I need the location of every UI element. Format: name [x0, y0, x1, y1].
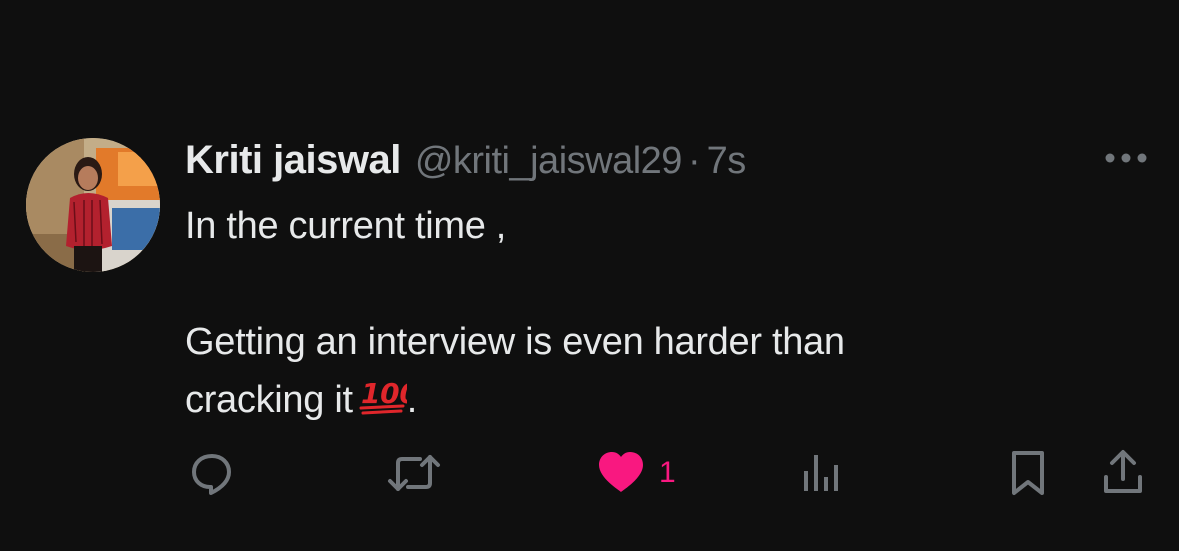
share-icon	[1104, 450, 1142, 493]
tweet-line-text: cracking it	[185, 379, 353, 421]
timestamp[interactable]: 7s	[707, 140, 747, 183]
retweet-button[interactable]	[386, 448, 442, 498]
tweet[interactable]: Kriti jaiswal @kriti_jaiswal29 · 7s In t…	[0, 0, 1179, 551]
avatar-image	[26, 138, 160, 272]
views-button[interactable]	[800, 448, 846, 498]
separator-dot: ·	[687, 140, 701, 182]
views-icon	[804, 455, 838, 491]
avatar[interactable]	[26, 138, 160, 272]
tweet-text: In the current time , Getting an intervi…	[185, 197, 1125, 429]
like-count: 1	[659, 456, 676, 489]
more-options-button[interactable]	[1103, 148, 1149, 168]
trailing-punctuation: .	[406, 379, 418, 421]
display-name[interactable]: Kriti jaiswal	[185, 138, 401, 183]
retweet-icon	[388, 455, 440, 491]
tweet-line: Getting an interview is even harder than	[185, 321, 845, 363]
hundred-points-emoji: 100	[357, 375, 419, 415]
more-horizontal-icon	[1105, 153, 1147, 163]
bookmark-button[interactable]	[1008, 448, 1048, 498]
like-button[interactable]: 1	[597, 448, 676, 498]
reply-icon	[192, 454, 231, 495]
tweet-actions: 1	[0, 448, 1179, 498]
tweet-line: In the current time ,	[185, 205, 507, 247]
heart-icon	[599, 452, 643, 492]
tweet-header: Kriti jaiswal @kriti_jaiswal29 · 7s	[185, 138, 746, 186]
bookmark-icon	[1012, 451, 1044, 495]
share-button[interactable]	[1100, 448, 1146, 498]
reply-button[interactable]	[188, 448, 236, 498]
user-handle[interactable]: @kriti_jaiswal29	[415, 140, 683, 183]
tweet-line-last: cracking it 100 .	[185, 371, 1125, 429]
